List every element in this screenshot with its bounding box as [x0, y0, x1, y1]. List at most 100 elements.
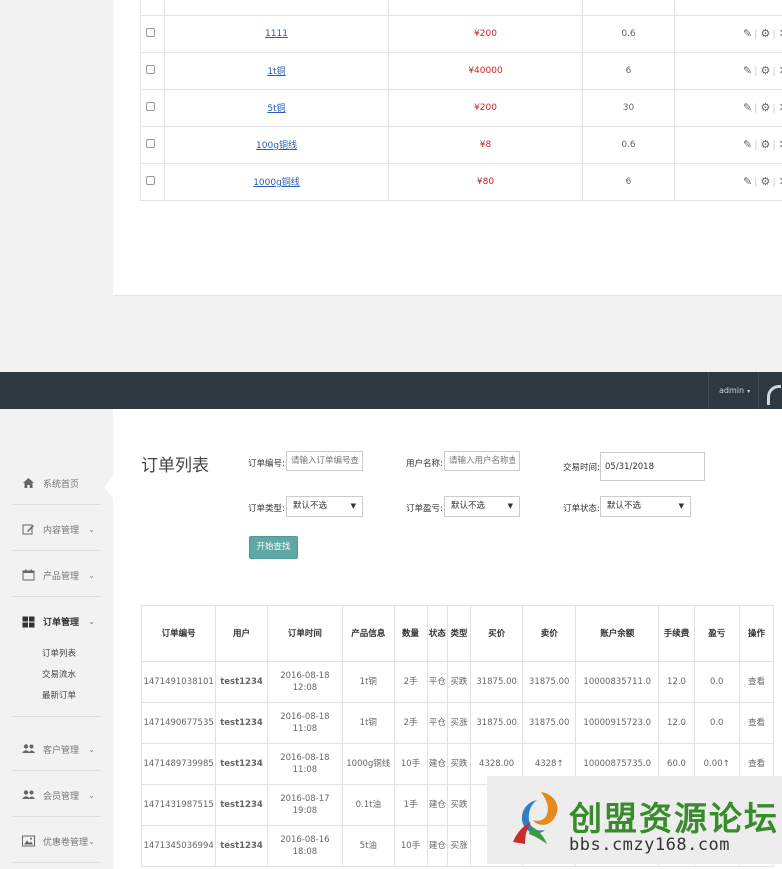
page-title: 订单列表: [141, 456, 209, 476]
table-header-row: [140, 0, 782, 16]
sidebar-subitem-transactions[interactable]: 交易流水: [42, 668, 76, 680]
sidebar-item-label: 订单管理: [43, 618, 80, 628]
divider: |: [754, 29, 758, 40]
order-time: 19:08: [292, 806, 318, 816]
order-date: 2016-08-16: [280, 835, 330, 845]
order-type: 买涨: [447, 825, 471, 867]
nav-toggle[interactable]: [758, 372, 782, 409]
order-qty: 10手: [393, 825, 428, 867]
column-header: 订单时间: [266, 605, 344, 662]
order-date: 2016-08-18: [280, 671, 330, 681]
order-status: 建仓: [426, 784, 449, 826]
sidebar-item-content[interactable]: 内容管理 ⌄: [12, 508, 101, 551]
product-qty: 30: [622, 102, 635, 113]
sidebar-item-products[interactable]: 产品管理 ⌄: [12, 554, 101, 597]
order-status-select[interactable]: 默认不选 ▼: [600, 496, 691, 517]
product-name-link[interactable]: 1111: [265, 29, 288, 39]
column-header: 盈亏: [693, 605, 740, 662]
sidebar-subitem-order-list[interactable]: 订单列表: [42, 647, 76, 659]
order-no-label: 订单编号:: [248, 459, 285, 469]
sidebar-subitem-latest-orders[interactable]: 最新订单: [42, 689, 76, 701]
order-user: test1234: [215, 784, 268, 826]
order-pl-select[interactable]: 默认不选 ▼: [444, 496, 520, 517]
product-price: ¥80: [476, 176, 495, 187]
edit-icon[interactable]: ✎: [743, 101, 752, 114]
order-no-input[interactable]: [286, 451, 363, 471]
product-name-link[interactable]: 5t铜: [267, 104, 285, 114]
divider: |: [754, 103, 758, 114]
username-input[interactable]: [444, 451, 520, 471]
screen: 1111 ¥200 0.6 ✎|⚙|✕ 1t铜 ¥40000 6 ✎|⚙|✕ 5…: [0, 0, 782, 869]
order-type: 买涨: [447, 702, 471, 744]
table-row: 100g铜线 ¥8 0.6 ✎|⚙|✕: [140, 125, 782, 164]
row-checkbox[interactable]: [146, 101, 155, 111]
product-name-link[interactable]: 1t铜: [267, 67, 285, 77]
edit-icon[interactable]: ✎: [743, 138, 752, 151]
gear-icon[interactable]: ⚙: [761, 138, 771, 151]
watermark: 创盟资源论坛 bbs.cmzy168.com: [487, 776, 782, 864]
order-pl-value: 默认不选: [451, 501, 486, 511]
table-row: 1000g铜线 ¥80 6 ✎|⚙|✕: [140, 162, 782, 201]
order-balance: 10000915723.0: [574, 702, 660, 744]
caret-down-icon: ▼: [507, 502, 513, 510]
user-menu[interactable]: admin ▾: [708, 372, 758, 409]
chevron-down-icon: ⌄: [88, 524, 95, 534]
column-header: 操作: [738, 605, 775, 662]
search-button[interactable]: 开始查找: [249, 536, 298, 559]
product-price: ¥40000: [468, 65, 503, 76]
trade-time-input[interactable]: [600, 452, 705, 481]
order-user: test1234: [215, 825, 268, 867]
column-header: 数量: [393, 605, 428, 662]
sidebar-item-orders[interactable]: 订单管理 ⌄: [12, 600, 101, 643]
order-pl-label: 订单盈亏:: [406, 504, 443, 514]
watermark-title: 创盟资源论坛: [569, 799, 779, 838]
view-link[interactable]: 查看: [738, 661, 775, 703]
row-checkbox[interactable]: [146, 175, 155, 185]
order-id: 1471431987515: [140, 784, 217, 826]
sidebar-item-customers[interactable]: 客户管理 ⌄: [12, 728, 101, 771]
product-name-link[interactable]: 1000g铜线: [253, 178, 300, 188]
order-status: 平仓: [426, 702, 449, 744]
edit-icon[interactable]: ✎: [743, 175, 752, 188]
divider: |: [772, 29, 776, 40]
order-date: 2016-08-18: [280, 753, 330, 763]
edit-icon[interactable]: ✎: [743, 27, 752, 40]
sidebar-item-coupons[interactable]: 优惠卷管理 ⌄: [12, 820, 101, 863]
order-product: 5t油: [342, 825, 395, 867]
sidebar-item-members[interactable]: 会员管理 ⌄: [12, 774, 101, 817]
watermark-url: bbs.cmzy168.com: [569, 835, 731, 855]
gear-icon[interactable]: ⚙: [761, 101, 771, 114]
view-link[interactable]: 查看: [738, 702, 775, 744]
image-icon: [22, 835, 35, 847]
order-sell-price: 31875.00: [522, 702, 576, 744]
order-type-value: 默认不选: [293, 501, 328, 511]
calendar-icon: [22, 569, 35, 581]
order-id: 1471345036994: [140, 825, 217, 867]
sidebar-item-label: 内容管理: [43, 525, 80, 536]
order-sell-price: 31875.00: [522, 661, 576, 703]
row-checkbox[interactable]: [146, 138, 155, 148]
sidebar-item-label: 客户管理: [43, 745, 80, 756]
divider: |: [772, 103, 776, 114]
product-card: 1111 ¥200 0.6 ✎|⚙|✕ 1t铜 ¥40000 6 ✎|⚙|✕ 5…: [113, 0, 782, 296]
row-checkbox[interactable]: [146, 27, 155, 37]
product-name-link[interactable]: 100g铜线: [256, 141, 297, 151]
order-status: 建仓: [426, 743, 449, 785]
order-type-select[interactable]: 默认不选 ▼: [286, 496, 363, 517]
order-product: 0.1t油: [342, 784, 395, 826]
edit-icon[interactable]: ✎: [743, 64, 752, 77]
sidebar-item-home[interactable]: 系统首页: [12, 462, 101, 505]
order-pl: 0.0: [693, 702, 740, 744]
order-qty: 2手: [393, 661, 428, 703]
users-icon: [22, 743, 35, 755]
row-checkbox[interactable]: [146, 64, 155, 74]
caret-down-icon: ▾: [747, 388, 751, 395]
order-fee: 12.0: [658, 661, 695, 703]
order-qty: 1手: [393, 784, 428, 826]
gear-icon[interactable]: ⚙: [761, 27, 771, 40]
product-price: ¥8: [479, 139, 492, 150]
divider: |: [754, 66, 758, 77]
order-type-label: 订单类型:: [248, 504, 285, 514]
gear-icon[interactable]: ⚙: [761, 175, 771, 188]
gear-icon[interactable]: ⚙: [761, 64, 771, 77]
